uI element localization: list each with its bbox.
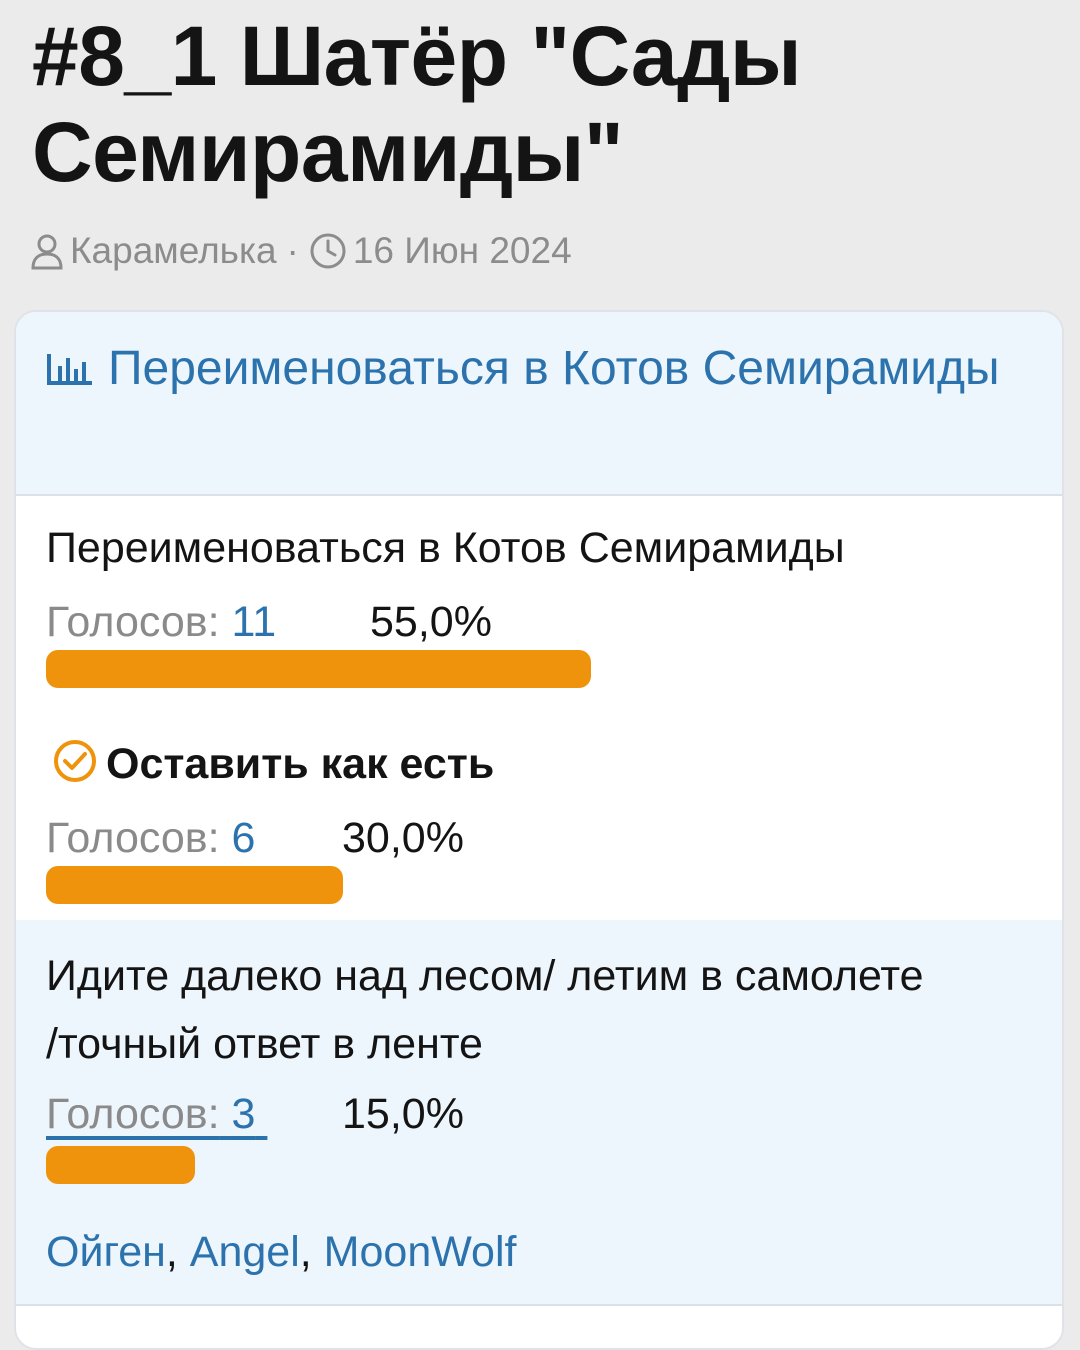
option-votes: Голосов: 6 xyxy=(46,808,255,868)
voter-link[interactable]: MoonWolf xyxy=(324,1228,517,1276)
user-icon xyxy=(30,232,64,270)
meta-separator: · xyxy=(286,230,299,271)
votes-label: Голосов: xyxy=(46,598,220,646)
check-circle-icon xyxy=(52,738,98,802)
option-label: Идите далеко над лесом/ летим в самолете… xyxy=(46,952,924,1068)
option-bar xyxy=(46,650,1036,688)
poll-option: Оставить как есть Голосов: 6 30,0% xyxy=(16,702,1062,918)
poll-question-text: Переименоваться в Котов Семирамиды xyxy=(108,342,1000,395)
votes-label: Голосов: xyxy=(46,1090,220,1138)
poll-divider xyxy=(16,1304,1062,1306)
votes-label: Голосов: xyxy=(46,814,220,862)
voter-link[interactable]: Ойген xyxy=(46,1228,166,1276)
poll-question: Переименоваться в Котов Семирамиды xyxy=(46,334,1006,406)
option-bar-fill xyxy=(46,1146,195,1184)
option-percent: 30,0% xyxy=(342,814,464,862)
votes-count: 3 xyxy=(231,1090,256,1138)
poll-block: Переименоваться в Котов Семирамиды Переи… xyxy=(14,310,1064,1350)
votes-count: 11 xyxy=(231,598,277,646)
votes-count: 6 xyxy=(231,814,256,862)
author-link[interactable]: Карамелька xyxy=(70,226,277,276)
option-label-text: Оставить как есть xyxy=(106,740,495,788)
option-bar xyxy=(46,1146,1036,1184)
poll-option: Идите далеко над лесом/ летим в самолете… xyxy=(16,920,1062,1304)
option-label: Оставить как есть xyxy=(52,732,494,802)
option-label: Переименоваться в Котов Семирамиды xyxy=(46,524,845,572)
option-votes-link[interactable]: Голосов: 3 xyxy=(46,1084,267,1144)
option-bar-fill xyxy=(46,866,343,904)
thread-title: #8_1 Шатёр "Сады Семирамиды" xyxy=(32,9,802,199)
poll-header: Переименоваться в Котов Семирамиды xyxy=(16,312,1062,496)
voter-separator: , xyxy=(165,1228,190,1276)
bar-chart-icon xyxy=(46,336,94,406)
voters-list: Ойген, Angel, MoonWolf xyxy=(46,1222,516,1282)
clock-icon xyxy=(309,232,347,270)
voter-separator: , xyxy=(299,1228,324,1276)
voter-link[interactable]: Angel xyxy=(190,1228,300,1276)
option-bar-fill xyxy=(46,650,591,688)
option-bar xyxy=(46,866,1036,904)
post-date[interactable]: 16 Июн 2024 xyxy=(353,226,572,276)
thread-meta: Карамелька · 16 Июн 2024 xyxy=(30,226,572,276)
option-votes: Голосов: 11 xyxy=(46,592,276,652)
option-percent: 55,0% xyxy=(370,598,492,646)
option-percent: 15,0% xyxy=(342,1090,464,1138)
